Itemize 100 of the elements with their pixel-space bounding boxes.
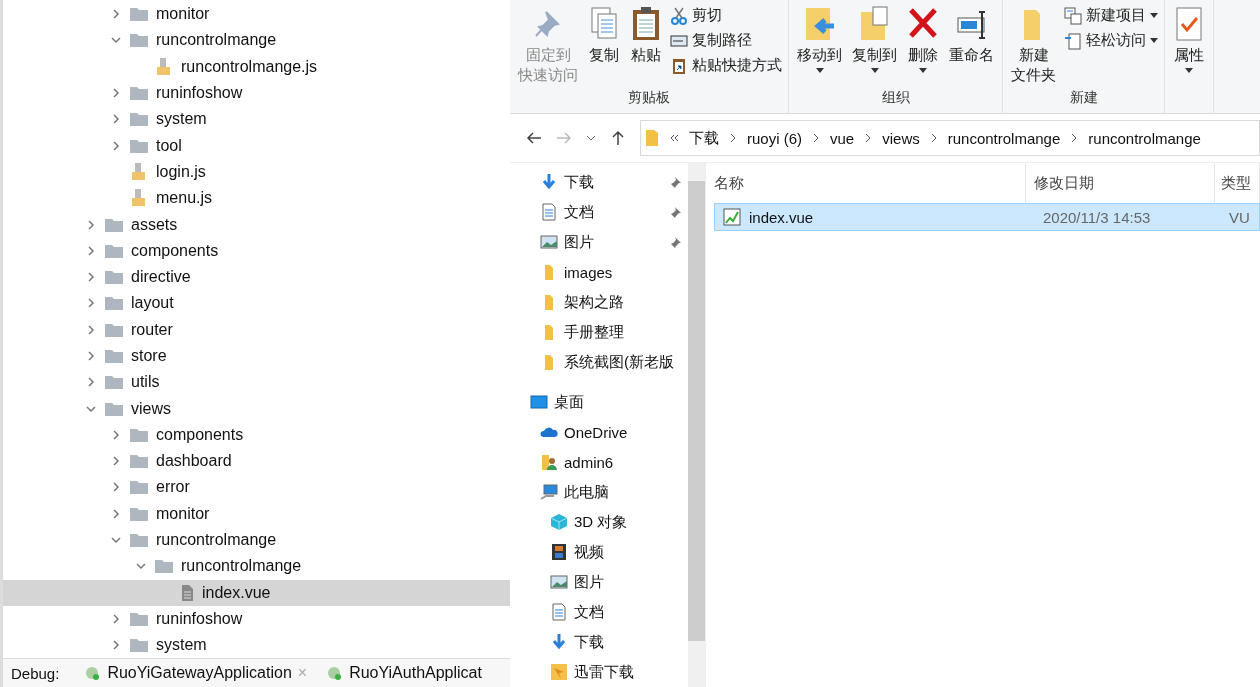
debug-tab[interactable]: RuoYiGatewayApplication × xyxy=(85,664,308,683)
folder-icon xyxy=(155,559,173,574)
chevron-right-icon[interactable] xyxy=(812,133,820,144)
tree-row[interactable]: index.vue xyxy=(3,579,510,606)
tree-row[interactable]: utils xyxy=(3,369,510,396)
ribbon-button[interactable]: 新建项目 xyxy=(1062,4,1160,27)
chevron-right-icon[interactable] xyxy=(110,8,122,21)
chevron-right-icon[interactable] xyxy=(85,218,97,231)
tree-row[interactable]: tool xyxy=(3,132,510,159)
breadcrumb[interactable]: ruoyi (6) xyxy=(747,129,802,147)
chevron-right-icon[interactable] xyxy=(85,323,97,336)
breadcrumb[interactable]: runcontrolmange xyxy=(947,129,1061,147)
tree-row[interactable]: login.js xyxy=(3,158,510,186)
breadcrumb[interactable]: views xyxy=(882,129,920,147)
tree-row[interactable]: runcontrolmange xyxy=(3,526,510,554)
caret-icon xyxy=(1185,67,1193,73)
nav-item[interactable]: 迅雷下载 xyxy=(510,657,688,687)
chevron-right-icon[interactable] xyxy=(85,244,97,257)
chevron-right-icon[interactable] xyxy=(85,376,97,389)
address-bar[interactable]: 下载 ruoyi (6) vue views runcontrolmange runcontrolmange xyxy=(640,120,1260,157)
chevron-right-icon[interactable] xyxy=(85,271,97,284)
folder-icon xyxy=(105,243,123,258)
nav-item[interactable]: 下载 xyxy=(510,627,688,657)
ribbon-button[interactable]: 粘贴快捷方式 xyxy=(668,54,784,77)
tree-row[interactable]: components xyxy=(3,421,510,449)
chevron-right-icon[interactable] xyxy=(929,133,938,144)
chevron-down-icon[interactable] xyxy=(586,135,596,142)
tree-row[interactable]: store xyxy=(3,342,510,370)
tree-row[interactable]: menu.js xyxy=(3,185,510,212)
up-arrow-icon[interactable] xyxy=(610,130,626,147)
nav-item[interactable]: 此电脑 xyxy=(510,477,688,507)
tree-row[interactable]: system xyxy=(3,106,510,133)
tree-row[interactable]: directive xyxy=(3,263,510,291)
ribbon-button[interactable]: 重命名 xyxy=(945,2,998,90)
folder-icon xyxy=(645,129,659,148)
nav-item[interactable]: 桌面 xyxy=(510,387,688,417)
nav-item[interactable]: 文档 xyxy=(510,197,688,227)
nav-item[interactable]: 下载 xyxy=(510,167,688,197)
file-row[interactable]: index.vue 2020/11/3 14:53 VU xyxy=(714,203,1260,231)
picture-icon xyxy=(550,573,568,591)
ribbon-button[interactable]: 新建 文件夹 xyxy=(1007,2,1060,90)
ribbon-button[interactable]: 属性 xyxy=(1169,2,1209,114)
debug-tab[interactable]: RuoYiAuthApplicat xyxy=(327,664,482,683)
chevron-right-icon[interactable] xyxy=(110,507,122,520)
chevron-right-icon[interactable] xyxy=(85,297,97,310)
ribbon-button[interactable]: 复制 xyxy=(584,2,624,90)
breadcrumb[interactable]: 下载 xyxy=(689,128,719,148)
ribbon-group-label: 剪贴板 xyxy=(627,89,671,108)
nav-item[interactable]: 图片 xyxy=(510,567,688,597)
ribbon-button[interactable]: 复制路径 xyxy=(668,29,784,52)
breadcrumb[interactable]: runcontrolmange xyxy=(1088,129,1201,147)
tree-row[interactable]: assets xyxy=(3,211,510,238)
chevron-right-icon[interactable] xyxy=(110,455,122,468)
ribbon-button[interactable]: 轻松访问 xyxy=(1062,29,1160,52)
tree-row[interactable]: layout xyxy=(3,290,510,317)
chevron-right-icon[interactable] xyxy=(110,87,122,100)
tree-row[interactable]: runcontrolmange.js xyxy=(3,53,510,80)
folder-icon xyxy=(130,611,148,626)
tree-row[interactable]: views xyxy=(3,395,510,422)
nav-item[interactable]: 视频 xyxy=(510,537,688,567)
ribbon-button[interactable]: 粘贴 xyxy=(626,2,666,90)
nav-item[interactable]: 文档 xyxy=(510,597,688,627)
chevron-right-icon[interactable] xyxy=(864,133,873,144)
tree-row[interactable]: components xyxy=(3,237,510,264)
double-chevron-left-icon[interactable] xyxy=(669,133,679,144)
chevron-right-icon[interactable] xyxy=(110,639,122,652)
chevron-right-icon[interactable] xyxy=(110,139,122,152)
chevron-right-icon[interactable] xyxy=(1070,133,1079,144)
nav-item[interactable]: OneDrive xyxy=(510,417,688,447)
nav-item[interactable]: 系统截图(新老版 xyxy=(510,347,688,377)
chevron-right-icon[interactable] xyxy=(729,133,737,144)
nav-item[interactable]: 架构之路 xyxy=(510,287,688,317)
ribbon-button[interactable]: 剪切 xyxy=(668,4,784,27)
nav-item[interactable]: 3D 对象 xyxy=(510,507,688,537)
tree-row[interactable]: runcontrolmange xyxy=(3,553,510,580)
ribbon-button[interactable]: 复制到 xyxy=(848,2,901,90)
tree-row[interactable]: dashboard xyxy=(3,448,510,475)
chevron-right-icon[interactable] xyxy=(110,612,122,625)
breadcrumb[interactable]: vue xyxy=(830,129,855,147)
tree-row[interactable]: monitor xyxy=(3,1,510,28)
tree-row[interactable]: runinfoshow xyxy=(3,79,510,107)
chevron-right-icon[interactable] xyxy=(110,481,122,494)
tree-row[interactable]: monitor xyxy=(3,500,510,527)
folder-icon xyxy=(130,533,148,548)
nav-item[interactable]: images xyxy=(510,257,688,287)
chevron-right-icon[interactable] xyxy=(85,350,97,362)
tree-row[interactable]: runinfoshow xyxy=(3,605,510,633)
chevron-right-icon[interactable] xyxy=(110,428,122,441)
tree-row[interactable]: router xyxy=(3,316,510,343)
nav-item[interactable]: 图片 xyxy=(510,227,688,257)
scrollbar-thumb[interactable] xyxy=(688,181,705,641)
ribbon-button[interactable]: 删除 xyxy=(903,2,943,90)
nav-item[interactable]: admin6 xyxy=(510,447,688,477)
tree-row[interactable]: error xyxy=(3,474,510,501)
tree-row[interactable]: runcontrolmange xyxy=(3,27,510,54)
pc-icon xyxy=(540,483,558,501)
chevron-right-icon[interactable] xyxy=(110,113,122,126)
nav-item[interactable]: 手册整理 xyxy=(510,317,688,347)
ribbon-button[interactable]: 移动到 xyxy=(793,2,846,90)
tree-row[interactable]: system xyxy=(3,632,510,659)
